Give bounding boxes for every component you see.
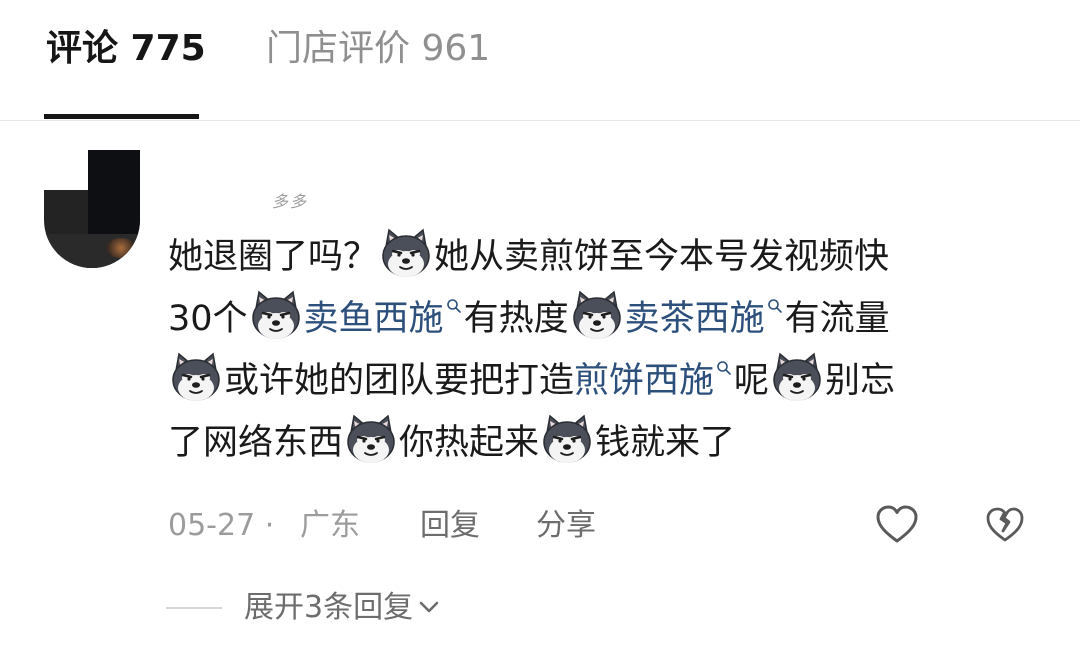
comment-segment: 别忘 (825, 361, 896, 401)
expand-replies-label: 展开3条回复 (244, 590, 414, 625)
tab-comments[interactable]: 评论 775 (46, 26, 206, 72)
husky-smirk-emoji-icon (169, 350, 223, 404)
chevron-down-icon (419, 601, 439, 613)
husky-smirk-emoji-icon (249, 288, 303, 342)
comment-segment: 钱就来了 (595, 423, 736, 463)
husky-smirk-emoji-icon (770, 350, 824, 404)
comment-segment: 有流量 (784, 299, 890, 339)
comment-location: 广东 (300, 508, 360, 543)
comment-text: 她退圈了吗？ 她从卖煎饼至今本号发视频快 30个 卖鱼西施 有热度 卖茶西施 有流量 或许… (168, 226, 1048, 474)
search-tag-link[interactable]: 卖鱼西施 (304, 299, 444, 339)
comment-segment: 或许她的团队要把打造 (224, 361, 575, 401)
comment-tabs: 评论 775 门店评价 961 (0, 0, 1080, 120)
husky-smirk-emoji-icon (379, 226, 433, 280)
active-tab-indicator (44, 114, 199, 119)
expand-replies-button[interactable]: 展开3条回复 (244, 586, 441, 630)
comment-segment: 呢 (734, 361, 770, 401)
husky-smirk-emoji-icon (540, 412, 594, 466)
tabs-divider (0, 120, 1080, 121)
comment-segment: 她从卖煎饼至今本号发视频快 (434, 237, 890, 277)
husky-smirk-emoji-icon (344, 412, 398, 466)
broken-heart-icon[interactable] (984, 504, 1026, 546)
search-icon (767, 299, 782, 313)
heart-icon[interactable] (874, 502, 920, 548)
username[interactable]: 多多 (272, 188, 308, 212)
tab-store-reviews[interactable]: 门店评价 961 (266, 26, 490, 72)
search-icon (717, 361, 731, 375)
avatar[interactable] (44, 150, 140, 268)
reply-button[interactable]: 回复 (420, 504, 480, 548)
share-button[interactable]: 分享 (536, 504, 596, 548)
comment-segment: 有热度 (463, 299, 569, 339)
search-tag-link[interactable]: 卖茶西施 (625, 299, 765, 339)
comment-segment: 了网络东西 (168, 423, 344, 463)
comment-date: 05-27 · (168, 508, 275, 543)
search-icon (446, 299, 461, 313)
husky-smirk-emoji-icon (570, 288, 624, 342)
expand-divider (166, 607, 222, 609)
search-tag-link[interactable]: 煎饼西施 (574, 361, 714, 401)
comment-segment: 她退圈了吗？ (168, 237, 379, 277)
comment-segment: 30个 (168, 299, 248, 339)
comment-segment: 你热起来 (399, 423, 540, 463)
